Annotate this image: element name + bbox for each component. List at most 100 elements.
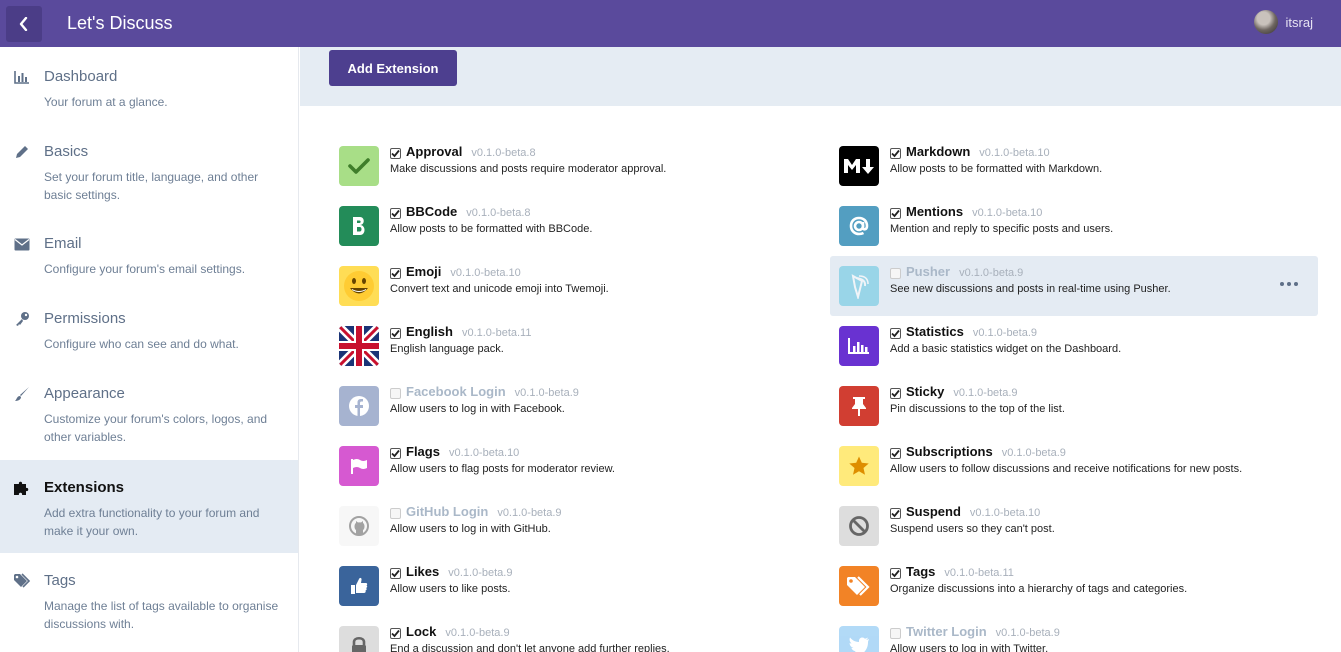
extension-title: Statistics v0.1.0-beta.9 [906,324,1037,339]
enable-checkbox[interactable] [890,448,901,459]
extension-item-lock[interactable]: Lock v0.1.0-beta.9 End a discussion and do… [330,616,818,652]
extension-item-twitter-login[interactable]: Twitter Login v0.1.0-beta.9 Allow users to… [830,616,1318,652]
check-icon [339,146,379,186]
enable-checkbox[interactable] [890,568,901,579]
add-extension-button[interactable]: Add Extension [329,50,457,86]
enable-checkbox[interactable] [390,208,401,219]
enable-checkbox[interactable] [390,628,401,639]
extension-version: v0.1.0-beta.9 [448,567,513,579]
enable-checkbox[interactable] [890,268,901,279]
extension-description: Pin discussions to the top of the list. [890,403,1065,415]
bar-chart-icon [13,68,31,86]
extension-title: Lock v0.1.0-beta.9 [406,624,510,639]
flag-icon [339,446,379,486]
extension-version: v0.1.0-beta.8 [471,147,536,159]
ban-icon [839,506,879,546]
enable-checkbox[interactable] [390,268,401,279]
extension-name: Sticky [906,384,945,399]
sidebar-item-permissions[interactable]: Permissions Configure who can see and do… [0,292,298,367]
extension-item-sticky[interactable]: Sticky v0.1.0-beta.9 Pin discussions to th… [830,376,1318,436]
extension-title: Twitter Login v0.1.0-beta.9 [906,624,1060,639]
extension-version: v0.1.0-beta.9 [995,627,1060,639]
bold-b-icon [339,206,379,246]
enable-checkbox[interactable] [890,388,901,399]
extension-version: v0.1.0-beta.9 [953,387,1018,399]
extension-item-pusher[interactable]: Pusher v0.1.0-beta.9 See new discussions a… [830,256,1318,316]
checkmark-icon [391,209,400,218]
sidebar-item-tags[interactable]: Tags Manage the list of tags available t… [0,553,298,646]
enable-checkbox[interactable] [890,148,901,159]
forum-title[interactable]: Let's Discuss [67,13,172,34]
extension-description: Allow users to log in with Facebook. [390,403,565,415]
extension-item-approval[interactable]: Approval v0.1.0-beta.8 Make discussions an… [330,136,818,196]
user-menu[interactable]: itsraj [1253,10,1313,34]
pin-icon [839,386,879,426]
sidebar-item-description: Manage the list of tags available to org… [44,599,279,631]
extension-item-bbcode[interactable]: BBCode v0.1.0-beta.8 Allow posts to be for… [330,196,818,256]
enable-checkbox[interactable] [390,448,401,459]
extension-name: Likes [406,564,440,579]
extension-name: Approval [406,144,463,159]
sidebar-item-appearance[interactable]: Appearance Customize your forum's colors… [0,367,298,460]
enable-checkbox[interactable] [890,208,901,219]
extension-item-likes[interactable]: Likes v0.1.0-beta.9 Allow users to like po… [330,556,818,616]
sidebar-item-label: Appearance [44,385,125,402]
sidebar-item-basics[interactable]: Basics Set your forum title, language, a… [0,124,298,217]
sidebar-item-dashboard[interactable]: Dashboard Your forum at a glance. [0,47,298,124]
extension-item-facebook-login[interactable]: Facebook Login v0.1.0-beta.9 Allow users t… [330,376,818,436]
checkmark-icon [391,629,400,638]
lock-icon [339,626,379,652]
extension-name: GitHub Login [406,504,489,519]
enable-checkbox[interactable] [890,628,901,639]
extension-version: v0.1.0-beta.11 [461,327,532,339]
extension-description: Add a basic statistics widget on the Das… [890,343,1122,355]
checkmark-icon [891,329,900,338]
extension-item-statistics[interactable]: Statistics v0.1.0-beta.9 Add a basic stati… [830,316,1318,376]
extension-description: Organize discussions into a hierarchy of… [890,583,1188,595]
extension-description: Convert text and unicode emoji into Twem… [390,283,609,295]
enable-checkbox[interactable] [390,568,401,579]
extension-version: v0.1.0-beta.9 [959,267,1024,279]
checkmark-icon [891,149,900,158]
extension-description: Allow posts to be formatted with BBCode. [390,223,593,235]
checkmark-icon [891,509,900,518]
checkmark-icon [891,449,900,458]
extension-title: BBCode v0.1.0-beta.8 [406,204,531,219]
extension-version: v0.1.0-beta.10 [448,447,520,459]
enable-checkbox[interactable] [390,508,401,519]
extension-name: Tags [906,564,936,579]
extension-version: v0.1.0-beta.9 [497,507,562,519]
extension-item-suspend[interactable]: Suspend v0.1.0-beta.10 Suspend users so th… [830,496,1318,556]
extension-description: Suspend users so they can't post. [890,523,1055,535]
sidebar-item-label: Email [44,235,82,252]
bar-chart-icon [839,326,879,366]
enable-checkbox[interactable] [390,328,401,339]
extension-title: Markdown v0.1.0-beta.10 [906,144,1050,159]
twitter-icon [839,626,879,652]
sidebar-item-extensions[interactable]: Extensions Add extra functionality to yo… [0,460,298,553]
extension-item-subscriptions[interactable]: Subscriptions v0.1.0-beta.9 Allow users to… [830,436,1318,496]
markdown-icon [839,146,879,186]
extension-item-markdown[interactable]: Markdown v0.1.0-beta.10 Allow posts to be … [830,136,1318,196]
extensions-toolbar: Add Extension [300,47,1341,106]
extension-item-flags[interactable]: Flags v0.1.0-beta.10 Allow users to flag p… [330,436,818,496]
enable-checkbox[interactable] [890,328,901,339]
extension-item-tags[interactable]: Tags v0.1.0-beta.11 Organize discussions i… [830,556,1318,616]
enable-checkbox[interactable] [390,148,401,159]
extension-description: Allow posts to be formatted with Markdow… [890,163,1103,175]
back-button[interactable] [6,5,42,42]
extension-item-github-login[interactable]: GitHub Login v0.1.0-beta.9 Allow users to … [330,496,818,556]
puzzle-icon [13,479,31,497]
extension-item-english[interactable]: English v0.1.0-beta.11 English language pa… [330,316,818,376]
extension-name: Flags [406,444,440,459]
extension-description: Allow users to log in with GitHub. [390,523,551,535]
enable-checkbox[interactable] [390,388,401,399]
extension-item-emoji[interactable]: Emoji v0.1.0-beta.10 Convert text and unic… [330,256,818,316]
extension-item-mentions[interactable]: Mentions v0.1.0-beta.10 Mention and reply … [830,196,1318,256]
enable-checkbox[interactable] [890,508,901,519]
more-options-icon[interactable] [1280,276,1298,292]
extension-description: Allow users to flag posts for moderator … [390,463,615,475]
sidebar-item-description: Your forum at a glance. [44,95,168,109]
extension-version: v0.1.0-beta.9 [972,327,1038,339]
sidebar-item-email[interactable]: Email Configure your forum's email setti… [0,217,298,292]
